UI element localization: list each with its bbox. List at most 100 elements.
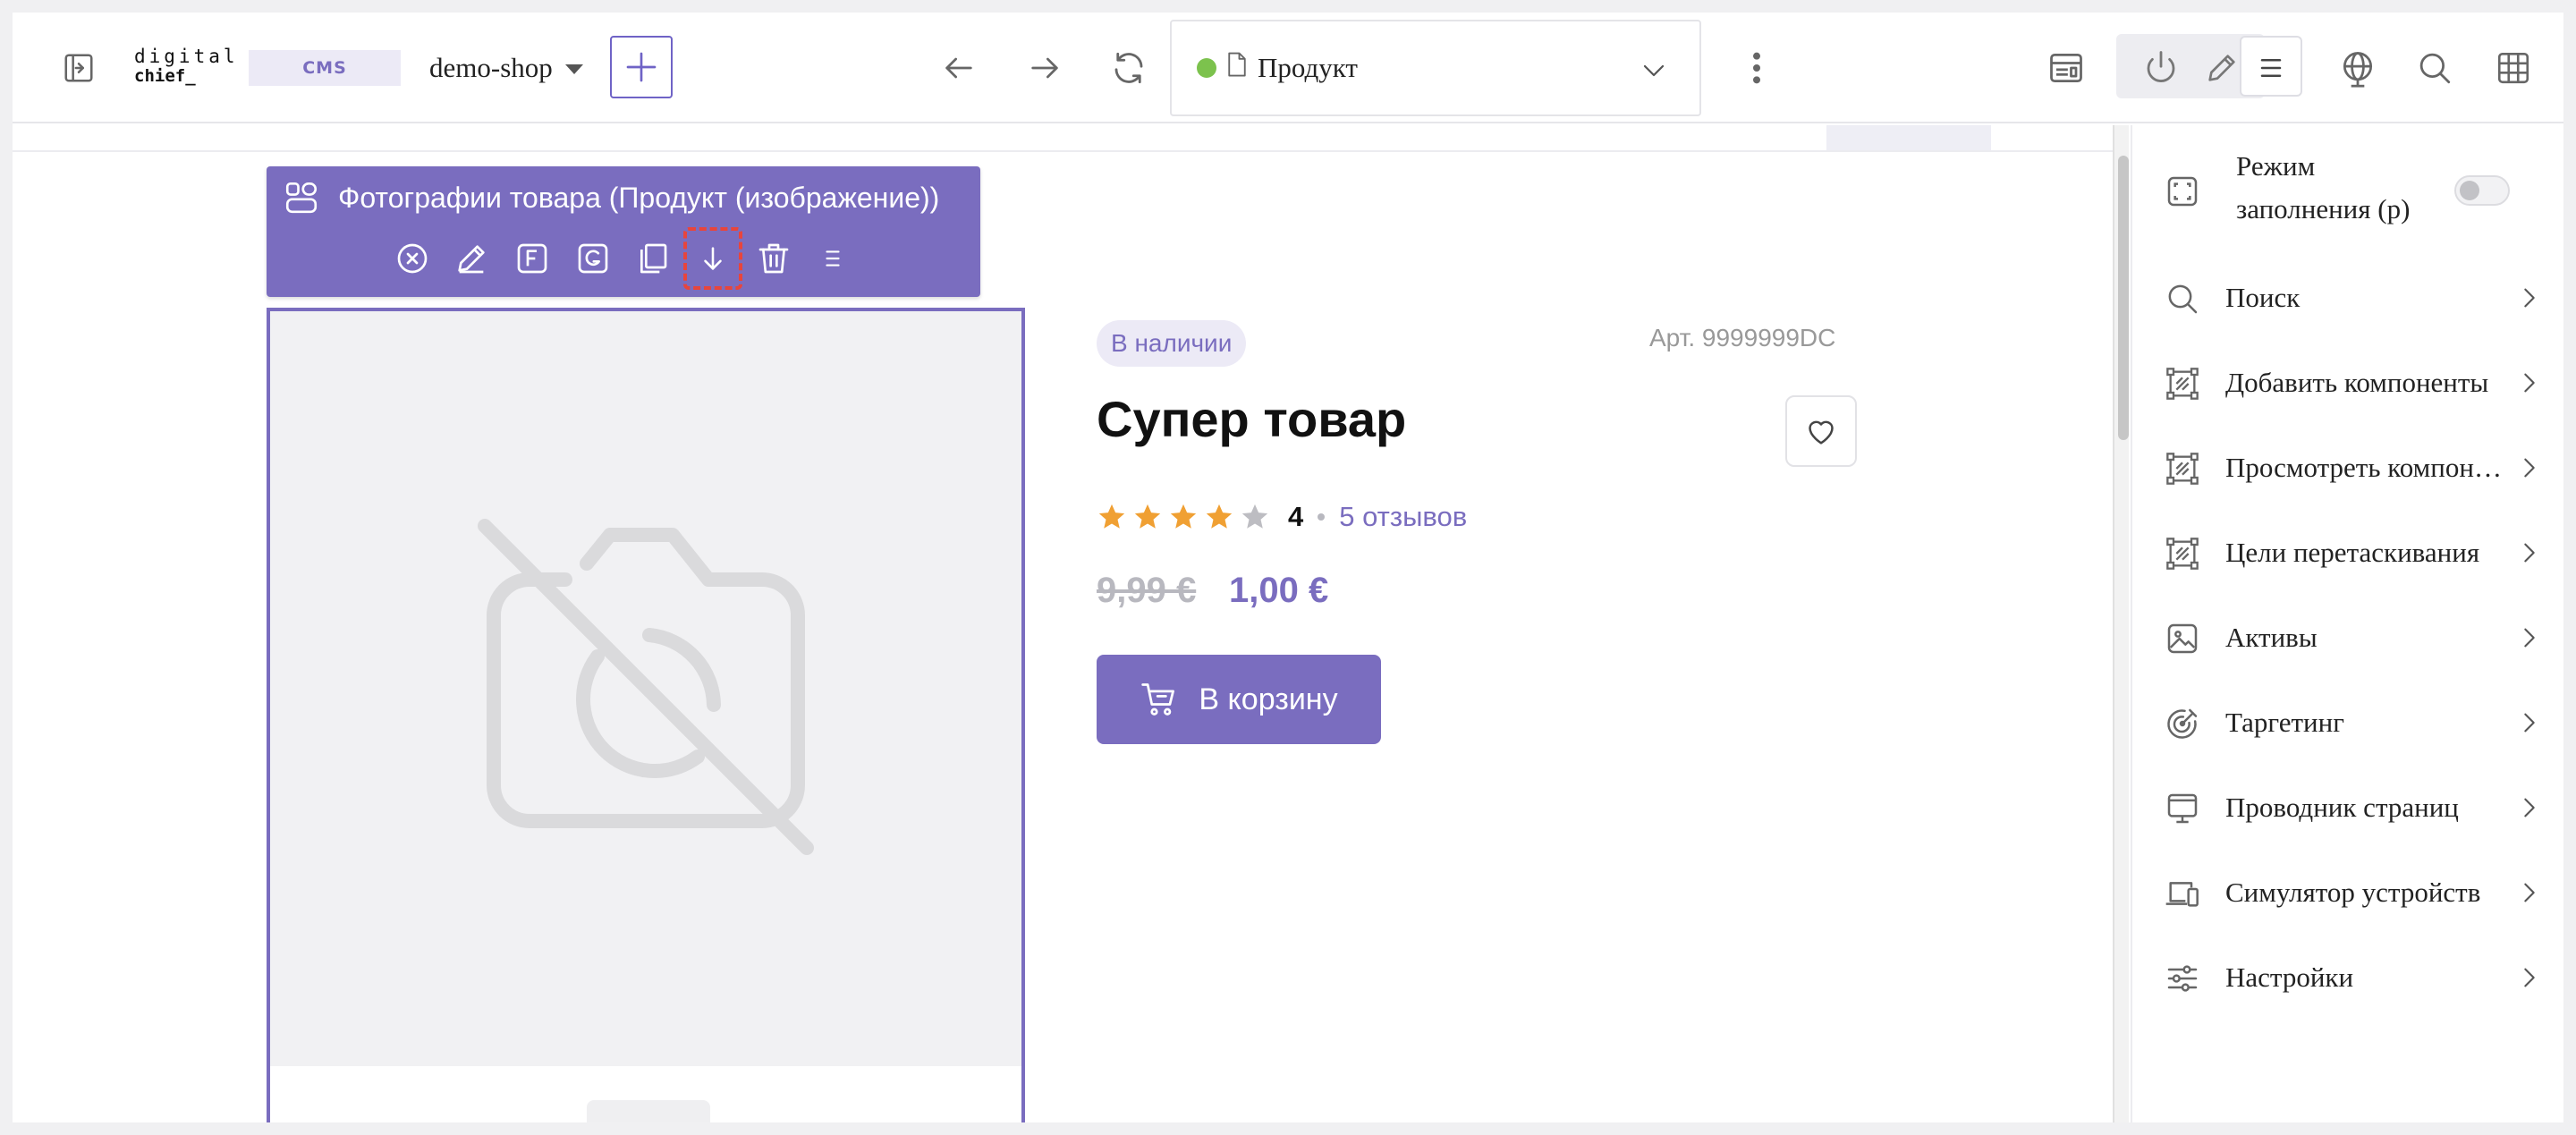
- component-icon: [2166, 453, 2199, 485]
- globe-icon[interactable]: [2333, 43, 2383, 93]
- panel-item-search[interactable]: Поиск: [2132, 258, 2563, 338]
- sliders-icon: [2167, 965, 2198, 992]
- star-icon: [1134, 504, 1161, 529]
- stock-badge: В наличии: [1097, 320, 1247, 367]
- star-icon: [1206, 504, 1233, 529]
- no-image-icon: [478, 519, 814, 855]
- panel-item-label: Просмотреть компоненты: [2225, 452, 2503, 483]
- edit-icon[interactable]: [442, 227, 501, 290]
- divider: [13, 150, 2113, 152]
- heart-icon: [1809, 420, 1834, 445]
- right-panel: Режим заполнения (p) Поиск Добавить комп…: [2131, 125, 2563, 1122]
- sidebar-toggle-icon[interactable]: [57, 47, 100, 89]
- preview-canvas: Фотографии товара (Продукт (изображение)…: [13, 125, 2113, 1122]
- component-icon: [2166, 368, 2199, 400]
- status-dot: [1197, 58, 1216, 78]
- panel-item-page-explorer[interactable]: Проводник страниц: [2132, 767, 2563, 848]
- price-new: 1,00 €: [1229, 571, 1329, 610]
- close-icon[interactable]: [383, 227, 442, 290]
- component-title-text: Фотографии товара (Продукт (изображение)…: [338, 181, 940, 214]
- cart-button-label: В корзину: [1199, 682, 1338, 716]
- monitor-icon: [2167, 793, 2198, 824]
- star-empty-icon: [1241, 504, 1268, 529]
- device-icon: [2165, 882, 2199, 907]
- rating-value: 4: [1288, 501, 1304, 532]
- reviews-link[interactable]: 5 отзывов: [1339, 501, 1467, 533]
- chevron-right-icon: [2524, 543, 2535, 563]
- panel-item-device-simulator[interactable]: Симулятор устройств: [2132, 852, 2563, 933]
- caret-down-icon: [564, 64, 583, 74]
- panel-item-label: Цели перетаскивания: [2225, 537, 2480, 568]
- chevron-right-icon: [2524, 628, 2535, 648]
- cart-icon: [1141, 683, 1175, 716]
- separator-dot: [1318, 513, 1326, 521]
- add-to-cart-button[interactable]: В корзину: [1097, 655, 1381, 744]
- reload-icon[interactable]: [1106, 45, 1152, 91]
- list-icon[interactable]: [2246, 43, 2296, 93]
- component-toolbar: Фотографии товара (Продукт (изображение)…: [267, 166, 980, 297]
- fill-mode-toggle[interactable]: [2454, 175, 2510, 206]
- image-thumbnail[interactable]: [587, 1100, 710, 1122]
- search-icon[interactable]: [2410, 43, 2460, 93]
- fill-mode-label: Режим заполнения (p): [2236, 150, 2411, 224]
- forward-arrow-icon[interactable]: [1021, 45, 1068, 91]
- f-icon[interactable]: [503, 227, 562, 290]
- star-icon: [1170, 504, 1197, 529]
- power-icon[interactable]: [2136, 43, 2186, 93]
- product-title: Супер товар: [1097, 391, 1407, 447]
- plus-icon: [626, 52, 657, 82]
- document-icon: [1225, 51, 1249, 85]
- page-name: Продукт: [1258, 52, 1358, 83]
- shop-selector[interactable]: demo-shop: [429, 50, 583, 86]
- pencil-icon[interactable]: [2197, 43, 2247, 93]
- more-vertical-icon[interactable]: [1733, 45, 1780, 91]
- chevron-right-icon: [2524, 798, 2535, 817]
- fill-mode-row: Режим заполнения (p): [2132, 125, 2563, 258]
- delete-icon[interactable]: [744, 227, 803, 290]
- toggle-knob: [2460, 181, 2479, 200]
- panel-item-settings[interactable]: Настройки: [2132, 937, 2563, 1018]
- panel-item-view-components[interactable]: Просмотреть компоненты: [2132, 428, 2563, 508]
- g-icon[interactable]: [564, 227, 623, 290]
- product-sku: Арт. 9999999DC: [1649, 324, 1836, 352]
- panel-item-drop-targets[interactable]: Цели перетаскивания: [2132, 512, 2563, 593]
- product-image-placeholder: [270, 311, 1021, 1066]
- favorite-button[interactable]: [1785, 395, 1857, 467]
- chevron-right-icon: [2524, 373, 2535, 393]
- product-rating: 4 5 отзывов: [1097, 497, 1467, 537]
- chevron-right-icon: [2524, 288, 2535, 308]
- top-bar: digital chief_ CMS demo-shop Продукт: [13, 13, 2563, 123]
- product-image-frame[interactable]: [267, 308, 1025, 1122]
- search-icon: [2168, 284, 2198, 314]
- chevron-down-icon: [1640, 57, 1667, 91]
- image-icon: [2167, 623, 2198, 654]
- chevron-right-icon: [2524, 883, 2535, 902]
- header-placeholder: [1826, 125, 1991, 150]
- panel-item-label: Добавить компоненты: [2225, 367, 2489, 398]
- canvas-scrollbar[interactable]: [2113, 125, 2129, 1122]
- panel-item-label: Таргетинг: [2225, 707, 2344, 738]
- panel-item-assets[interactable]: Активы: [2132, 597, 2563, 678]
- download-icon[interactable]: [683, 227, 742, 290]
- star-icon: [1098, 504, 1125, 529]
- chevron-right-icon: [2524, 713, 2535, 733]
- layout-icon[interactable]: [2041, 43, 2091, 93]
- menu-icon[interactable]: [803, 227, 862, 290]
- component-title: Фотографии товара (Продукт (изображение)…: [283, 179, 939, 216]
- panel-item-targeting[interactable]: Таргетинг: [2132, 682, 2563, 763]
- panel-item-label: Проводник страниц: [2225, 792, 2459, 823]
- chevron-right-icon: [2524, 968, 2535, 987]
- copy-icon[interactable]: [623, 227, 682, 290]
- fill-mode-icon: [2167, 176, 2198, 207]
- component-actions: [267, 227, 980, 290]
- component-icon: [285, 182, 318, 214]
- grid-icon[interactable]: [2488, 43, 2538, 93]
- page-selector[interactable]: Продукт: [1170, 20, 1701, 116]
- panel-item-label: Активы: [2225, 622, 2318, 653]
- price-old: 9,99 €: [1097, 571, 1197, 610]
- back-arrow-icon[interactable]: [936, 45, 982, 91]
- add-button[interactable]: [610, 36, 673, 98]
- panel-item-add-components[interactable]: Добавить компоненты: [2132, 343, 2563, 423]
- component-icon: [2166, 538, 2199, 570]
- scrollbar-thumb[interactable]: [2118, 156, 2129, 440]
